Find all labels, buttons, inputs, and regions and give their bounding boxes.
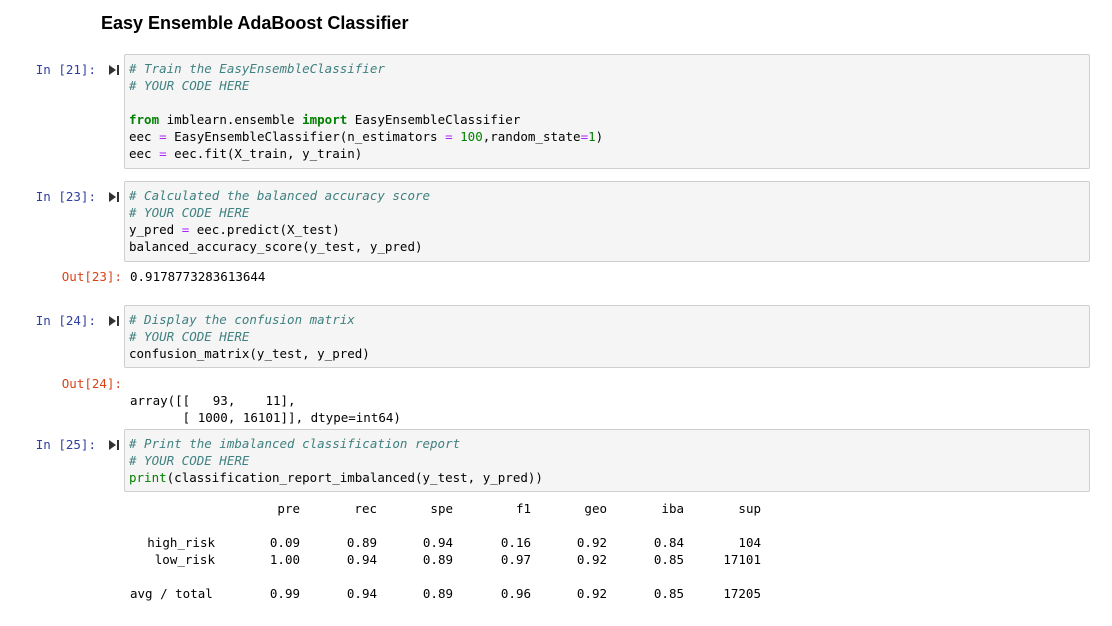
report-header: iba: [661, 501, 684, 516]
code-line: print(classification_report_imbalanced(y…: [129, 470, 543, 485]
report-header: f1: [515, 501, 531, 516]
report-cell: 0.09: [269, 535, 300, 550]
report-cell: 0.89: [346, 535, 377, 550]
report-cell: 104: [738, 535, 761, 550]
output-23: 0.9178773283613644: [130, 269, 266, 284]
report-header: sup: [738, 501, 761, 516]
output-line: array([[ 93, 11],: [130, 393, 296, 408]
code-line: # YOUR CODE HERE: [129, 205, 250, 220]
out-24-prompt: Out[24]:: [61, 376, 122, 391]
report-cell: 0.97: [500, 552, 531, 567]
report-cell: 0.84: [653, 535, 684, 550]
report-cell: 0.94: [422, 535, 453, 550]
code-line: # Display the confusion matrix: [129, 312, 355, 327]
report-cell: 0.92: [576, 586, 607, 601]
code-cell-23[interactable]: # Calculated the balanced accuracy score…: [124, 181, 1090, 262]
report-cell: 0.85: [653, 552, 684, 567]
report-cell: 0.16: [500, 535, 531, 550]
report-cell: 0.99: [269, 586, 300, 601]
out-23-prompt: Out[23]:: [61, 269, 122, 284]
report-cell: 0.96: [500, 586, 531, 601]
report-cell: 0.94: [346, 586, 377, 601]
run-cell-icon[interactable]: [108, 439, 120, 451]
cell-25-prompt: In [25]:: [35, 437, 96, 452]
code-line: from imblearn.ensemble import EasyEnsemb…: [129, 112, 521, 127]
report-cell: 1.00: [269, 552, 300, 567]
report-cell: 0.92: [576, 535, 607, 550]
run-cell-icon[interactable]: [108, 315, 120, 327]
code-line: confusion_matrix(y_test, y_pred): [129, 346, 370, 361]
code-line: # YOUR CODE HERE: [129, 78, 250, 93]
report-row-label: high_risk: [147, 535, 215, 550]
code-line: y_pred = eec.predict(X_test): [129, 222, 340, 237]
code-cell-25[interactable]: # Print the imbalanced classification re…: [124, 429, 1090, 492]
code-line: balanced_accuracy_score(y_test, y_pred): [129, 239, 423, 254]
code-line: # Print the imbalanced classification re…: [129, 436, 461, 451]
code-line: eec = EasyEnsembleClassifier(n_estimator…: [129, 129, 604, 144]
cell-24-prompt: In [24]:: [35, 313, 96, 328]
code-line: # Train the EasyEnsembleClassifier: [129, 61, 385, 76]
code-cell-21[interactable]: # Train the EasyEnsembleClassifier # YOU…: [124, 54, 1090, 169]
report-header: pre: [277, 501, 300, 516]
code-line: # Calculated the balanced accuracy score: [129, 188, 431, 203]
section-heading: Easy Ensemble AdaBoost Classifier: [101, 13, 409, 33]
cell-23-prompt: In [23]:: [35, 189, 96, 204]
report-cell: 0.89: [422, 552, 453, 567]
report-cell: 17101: [723, 552, 761, 567]
code-line: # YOUR CODE HERE: [129, 453, 250, 468]
report-cell: 17205: [723, 586, 761, 601]
report-cell: 0.85: [653, 586, 684, 601]
cell-21-prompt: In [21]:: [35, 62, 96, 77]
report-row-label: low_risk: [154, 552, 215, 567]
report-cell: 0.94: [346, 552, 377, 567]
code-cell-24[interactable]: # Display the confusion matrix # YOUR CO…: [124, 305, 1090, 368]
run-cell-icon[interactable]: [108, 64, 120, 76]
report-row-label: avg / total: [130, 586, 213, 601]
report-header: geo: [584, 501, 607, 516]
report-cell: 0.89: [422, 586, 453, 601]
report-header: spe: [430, 501, 453, 516]
output-line: [ 1000, 16101]], dtype=int64): [130, 410, 401, 425]
report-cell: 0.92: [576, 552, 607, 567]
code-line: eec = eec.fit(X_train, y_train): [129, 146, 363, 161]
code-line: # YOUR CODE HERE: [129, 329, 250, 344]
report-header: rec: [354, 501, 377, 516]
run-cell-icon[interactable]: [108, 191, 120, 203]
